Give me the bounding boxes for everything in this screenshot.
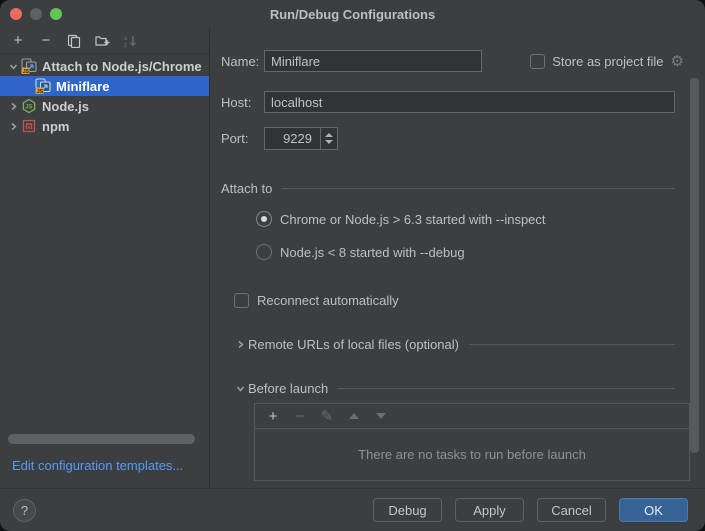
- separator-line: [338, 388, 675, 389]
- separator-line: [282, 188, 675, 189]
- host-label: Host:: [221, 95, 264, 110]
- name-row: Name: Store as project file ⚙: [221, 50, 705, 72]
- remote-urls-label: Remote URLs of local files (optional): [248, 337, 459, 352]
- svg-text:z: z: [124, 43, 127, 48]
- minimize-window-button: [30, 8, 42, 20]
- radio-selected-icon[interactable]: [256, 211, 272, 227]
- sidebar-horizontal-scrollbar[interactable]: [8, 434, 195, 444]
- port-label: Port:: [221, 131, 264, 146]
- remove-configuration-icon[interactable]: −: [38, 33, 54, 49]
- before-launch-label: Before launch: [248, 381, 328, 396]
- before-launch-task-panel: + − ✎ There are no tasks to run before l…: [254, 403, 690, 481]
- edit-configuration-templates-link[interactable]: Edit configuration templates...: [12, 458, 183, 473]
- add-task-icon[interactable]: +: [265, 408, 281, 424]
- move-task-down-icon: [373, 408, 389, 424]
- port-spinner-field[interactable]: 9229: [264, 127, 338, 150]
- attach-to-section: Attach to: [221, 181, 705, 196]
- spinner-up-icon[interactable]: [325, 133, 333, 137]
- close-window-button[interactable]: [10, 8, 22, 20]
- store-settings-gear-icon[interactable]: ⚙: [671, 54, 684, 69]
- task-toolbar: + − ✎: [255, 404, 689, 429]
- tree-item-label: Node.js: [42, 99, 89, 114]
- configuration-form: Name: Store as project file ⚙ Host: Port…: [210, 28, 705, 488]
- remote-urls-section[interactable]: Remote URLs of local files (optional): [221, 336, 705, 352]
- svg-text:JS: JS: [23, 69, 30, 74]
- traffic-lights: [10, 8, 62, 20]
- copy-configuration-icon[interactable]: [66, 33, 82, 49]
- ok-button[interactable]: OK: [619, 498, 688, 522]
- radio-row-debug[interactable]: Node.js < 8 started with --debug: [221, 242, 705, 262]
- tree-item-label: Miniflare: [56, 79, 109, 94]
- radio-unselected-icon[interactable]: [256, 244, 272, 260]
- footer-buttons: Debug Apply Cancel OK: [373, 498, 688, 522]
- remove-task-icon: −: [292, 408, 308, 424]
- tree-item-nodejs-group[interactable]: JS Node.js: [0, 96, 209, 116]
- store-as-project-file-label: Store as project file: [552, 54, 663, 69]
- tree-item-attach-group[interactable]: JS Attach to Node.js/Chrome: [0, 56, 209, 76]
- cancel-button[interactable]: Cancel: [537, 498, 606, 522]
- attach-to-label: Attach to: [221, 181, 272, 196]
- name-input[interactable]: [264, 50, 482, 72]
- separator-line: [469, 344, 675, 345]
- move-to-new-folder-icon[interactable]: [94, 33, 110, 49]
- port-value[interactable]: 9229: [265, 128, 320, 149]
- before-launch-section[interactable]: Before launch: [221, 380, 705, 396]
- host-input[interactable]: [264, 91, 675, 113]
- tree-item-miniflare[interactable]: JS Miniflare: [0, 76, 209, 96]
- reconnect-label: Reconnect automatically: [257, 293, 399, 308]
- spinner-down-icon[interactable]: [325, 140, 333, 144]
- tree-item-npm-group[interactable]: npm: [0, 116, 209, 136]
- configurations-sidebar: + − az JS: [0, 28, 210, 488]
- configurations-tree: JS Attach to Node.js/Chrome JS Miniflare: [0, 54, 209, 136]
- tree-item-label: npm: [42, 119, 69, 134]
- reconnect-row[interactable]: Reconnect automatically: [221, 293, 705, 308]
- name-label: Name:: [221, 54, 264, 69]
- chevron-right-icon[interactable]: [5, 98, 21, 114]
- port-row: Port: 9229: [221, 127, 705, 150]
- svg-text:JS: JS: [37, 89, 44, 94]
- dialog-footer: ? Debug Apply Cancel OK: [0, 488, 705, 531]
- apply-button[interactable]: Apply: [455, 498, 524, 522]
- reconnect-checkbox[interactable]: [234, 293, 249, 308]
- edit-task-pencil-icon: ✎: [319, 408, 335, 424]
- nodejs-icon: JS: [21, 98, 37, 114]
- radio-debug-label: Node.js < 8 started with --debug: [280, 245, 465, 260]
- add-configuration-icon[interactable]: +: [10, 33, 26, 49]
- radio-inspect-label: Chrome or Node.js > 6.3 started with --i…: [280, 212, 546, 227]
- form-vertical-scrollbar[interactable]: [690, 78, 699, 453]
- sidebar-toolbar: + − az: [0, 28, 209, 54]
- zoom-window-button[interactable]: [50, 8, 62, 20]
- chevron-right-icon[interactable]: [5, 118, 21, 134]
- tree-item-label: Attach to Node.js/Chrome: [42, 59, 202, 74]
- svg-text:a: a: [124, 36, 128, 42]
- run-debug-configurations-dialog: Run/Debug Configurations + − az: [0, 0, 705, 531]
- chevron-right-icon[interactable]: [232, 336, 248, 352]
- move-task-up-icon: [346, 408, 362, 424]
- svg-text:JS: JS: [25, 105, 32, 111]
- port-spinner-buttons[interactable]: [320, 128, 337, 149]
- host-row: Host:: [221, 91, 705, 113]
- radio-row-inspect[interactable]: Chrome or Node.js > 6.3 started with --i…: [221, 209, 705, 229]
- help-button[interactable]: ?: [13, 499, 36, 522]
- title-bar: Run/Debug Configurations: [0, 0, 705, 28]
- sort-configurations-icon: az: [122, 33, 138, 49]
- chevron-down-icon[interactable]: [232, 380, 248, 396]
- chevron-down-icon[interactable]: [5, 58, 21, 74]
- dialog-title: Run/Debug Configurations: [270, 7, 435, 22]
- npm-icon: [21, 118, 37, 134]
- attach-nodejs-icon: JS: [35, 78, 51, 94]
- store-as-project-file-checkbox[interactable]: [530, 54, 545, 69]
- no-tasks-hint: There are no tasks to run before launch: [255, 429, 689, 480]
- debug-button[interactable]: Debug: [373, 498, 442, 522]
- attach-nodejs-icon: JS: [21, 58, 37, 74]
- store-as-project-file: Store as project file ⚙: [530, 54, 684, 69]
